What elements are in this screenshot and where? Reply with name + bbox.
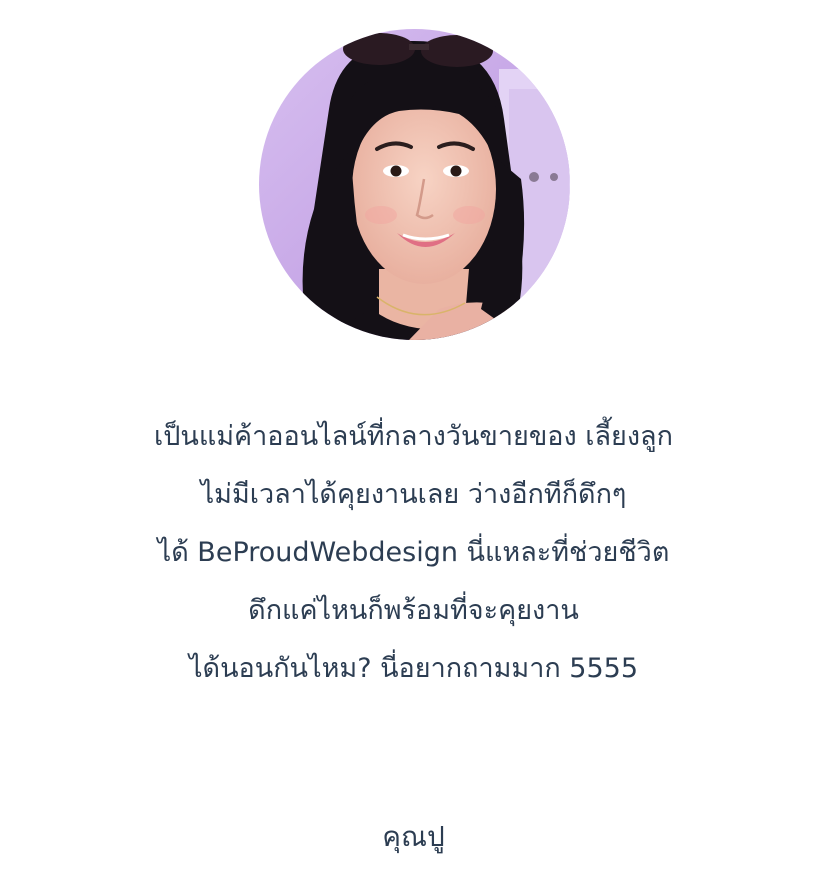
testimonial-line-1: เป็นแม่ค้าออนไลน์ที่กลางวันขายของ เลี้ยง… bbox=[154, 421, 673, 452]
profile-photo-icon bbox=[259, 29, 570, 340]
testimonial-line-4: ดึกแค่ไหนก็พร้อมที่จะคุยงาน bbox=[248, 595, 579, 626]
testimonial-card: เป็นแม่ค้าออนไลน์ที่กลางวันขายของ เลี้ยง… bbox=[0, 0, 827, 879]
testimonial-text: เป็นแม่ค้าออนไลน์ที่กลางวันขายของ เลี้ยง… bbox=[0, 408, 827, 698]
avatar bbox=[259, 29, 570, 340]
author-name: คุณปู bbox=[382, 820, 445, 853]
testimonial-line-2: ไม่มีเวลาได้คุยงานเลย ว่างอีกทีก็ดึกๆ bbox=[200, 479, 627, 510]
testimonial-line-5: ได้นอนกันไหม? นี่อยากถามมาก 5555 bbox=[188, 653, 639, 684]
testimonial-line-3: ได้ BeProudWebdesign นี่แหละที่ช่วยชีวิต bbox=[157, 537, 670, 568]
